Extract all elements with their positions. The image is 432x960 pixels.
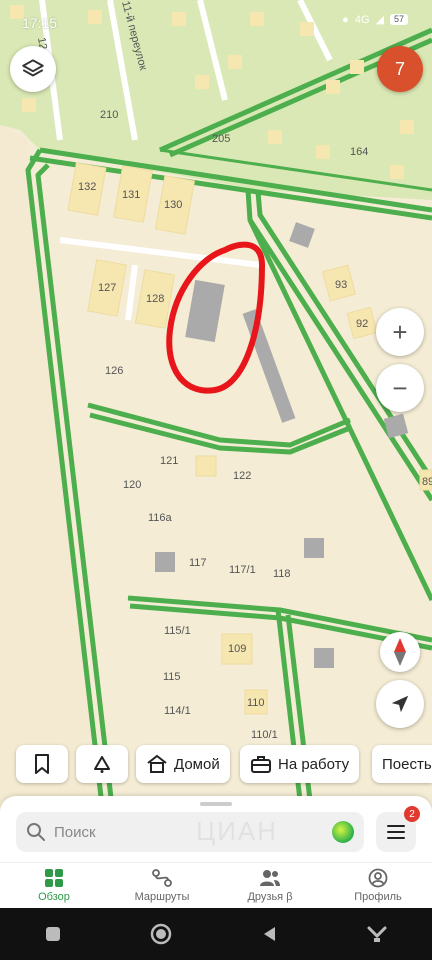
home-icon [147, 754, 167, 773]
eat-chip-label: Поесть [382, 755, 432, 773]
sheet-handle[interactable] [200, 802, 232, 806]
menu-badge: 2 [404, 806, 420, 822]
tab-friends[interactable]: Друзья β [216, 863, 324, 908]
places-chip[interactable] [76, 745, 128, 783]
hamburger-icon [387, 825, 405, 839]
search-bar[interactable]: ЦИАН [16, 812, 364, 852]
grid-icon [45, 869, 63, 887]
plot-label: 110 [247, 697, 265, 709]
plot-label: 110/1 [251, 729, 278, 741]
notifications-button[interactable]: 7 [377, 46, 423, 92]
search-icon [27, 823, 45, 841]
plot-label: 93 [335, 279, 347, 291]
plot-label: 121 [160, 455, 178, 467]
zoom-out-button[interactable]: − [376, 364, 424, 412]
status-bar: 17:15 ● 4G ◢ 57 [0, 0, 432, 40]
bottom-sheet: ЦИАН 2 Обзор Маршруты Друзья β Профиль [0, 796, 432, 908]
network-label: 4G [354, 13, 370, 26]
plot-label: 128 [146, 293, 164, 305]
layers-button[interactable] [10, 46, 56, 92]
plot-label: 117/1 [229, 564, 256, 576]
search-input[interactable] [54, 823, 324, 841]
plot-label: 89 [422, 476, 432, 488]
plot-label: 122 [233, 470, 251, 482]
home-chip[interactable]: Домой [136, 745, 230, 783]
plot-label: 120 [123, 479, 141, 491]
system-nav-bar [0, 908, 432, 960]
plot-label: 114/1 [164, 705, 191, 717]
work-chip[interactable]: На работу [240, 745, 360, 783]
plot-label: 132 [78, 181, 96, 193]
menu-button[interactable]: 2 [376, 806, 420, 852]
plot-label: 109 [228, 643, 246, 655]
keyboard-hide-icon[interactable] [366, 924, 388, 944]
tab-label: Друзья β [247, 891, 293, 903]
plot-label: 164 [350, 146, 368, 158]
plot-label: 117 [189, 557, 207, 569]
compass-icon [394, 638, 406, 666]
home-chip-label: Домой [174, 755, 220, 773]
tab-label: Профиль [354, 891, 402, 903]
location-icon: ● [342, 13, 349, 26]
plot-label: 205 [212, 133, 230, 145]
tab-profile[interactable]: Профиль [324, 863, 432, 908]
home-nav-icon[interactable] [149, 922, 173, 946]
bell-icon [94, 756, 110, 773]
route-icon [152, 869, 172, 887]
tab-overview[interactable]: Обзор [0, 863, 108, 908]
minus-icon: − [392, 372, 408, 403]
navigation-arrow-icon [391, 695, 409, 713]
profile-icon [368, 868, 388, 888]
tab-label: Обзор [38, 891, 70, 903]
plot-label: 131 [122, 189, 140, 201]
watermark-text: ЦИАН [196, 816, 279, 846]
voice-assistant-icon[interactable] [332, 821, 354, 843]
plot-label: 116а [148, 512, 173, 524]
plot-label: 115 [163, 671, 181, 683]
back-icon[interactable] [261, 925, 279, 943]
briefcase-icon [251, 756, 271, 773]
plot-label: 210 [100, 109, 118, 121]
zoom-in-button[interactable]: + [376, 308, 424, 356]
eat-chip[interactable]: Поесть [372, 745, 432, 783]
status-time: 17:15 [22, 15, 58, 31]
plot-label: 115/1 [164, 625, 191, 637]
bottom-tabs: Обзор Маршруты Друзья β Профиль [0, 862, 432, 908]
plot-label: 118 [273, 568, 291, 580]
notifications-count: 7 [394, 58, 405, 79]
work-chip-label: На работу [278, 755, 350, 773]
plot-label: 126 [105, 365, 123, 377]
plus-icon: + [392, 316, 408, 347]
plot-label: 92 [356, 318, 368, 330]
plot-label: 127 [98, 282, 116, 294]
plot-label: 130 [164, 199, 182, 211]
recents-icon[interactable] [44, 925, 62, 943]
bookmarks-chip[interactable] [16, 745, 68, 783]
my-location-button[interactable] [376, 680, 424, 728]
tab-label: Маршруты [134, 891, 190, 903]
layers-icon [22, 59, 44, 77]
bookmark-icon [35, 754, 49, 774]
tab-routes[interactable]: Маршруты [108, 863, 216, 908]
battery-icon: 57 [389, 14, 408, 25]
compass-button[interactable] [380, 632, 420, 672]
friends-icon [260, 870, 280, 886]
signal-icon: ◢ [375, 14, 384, 26]
